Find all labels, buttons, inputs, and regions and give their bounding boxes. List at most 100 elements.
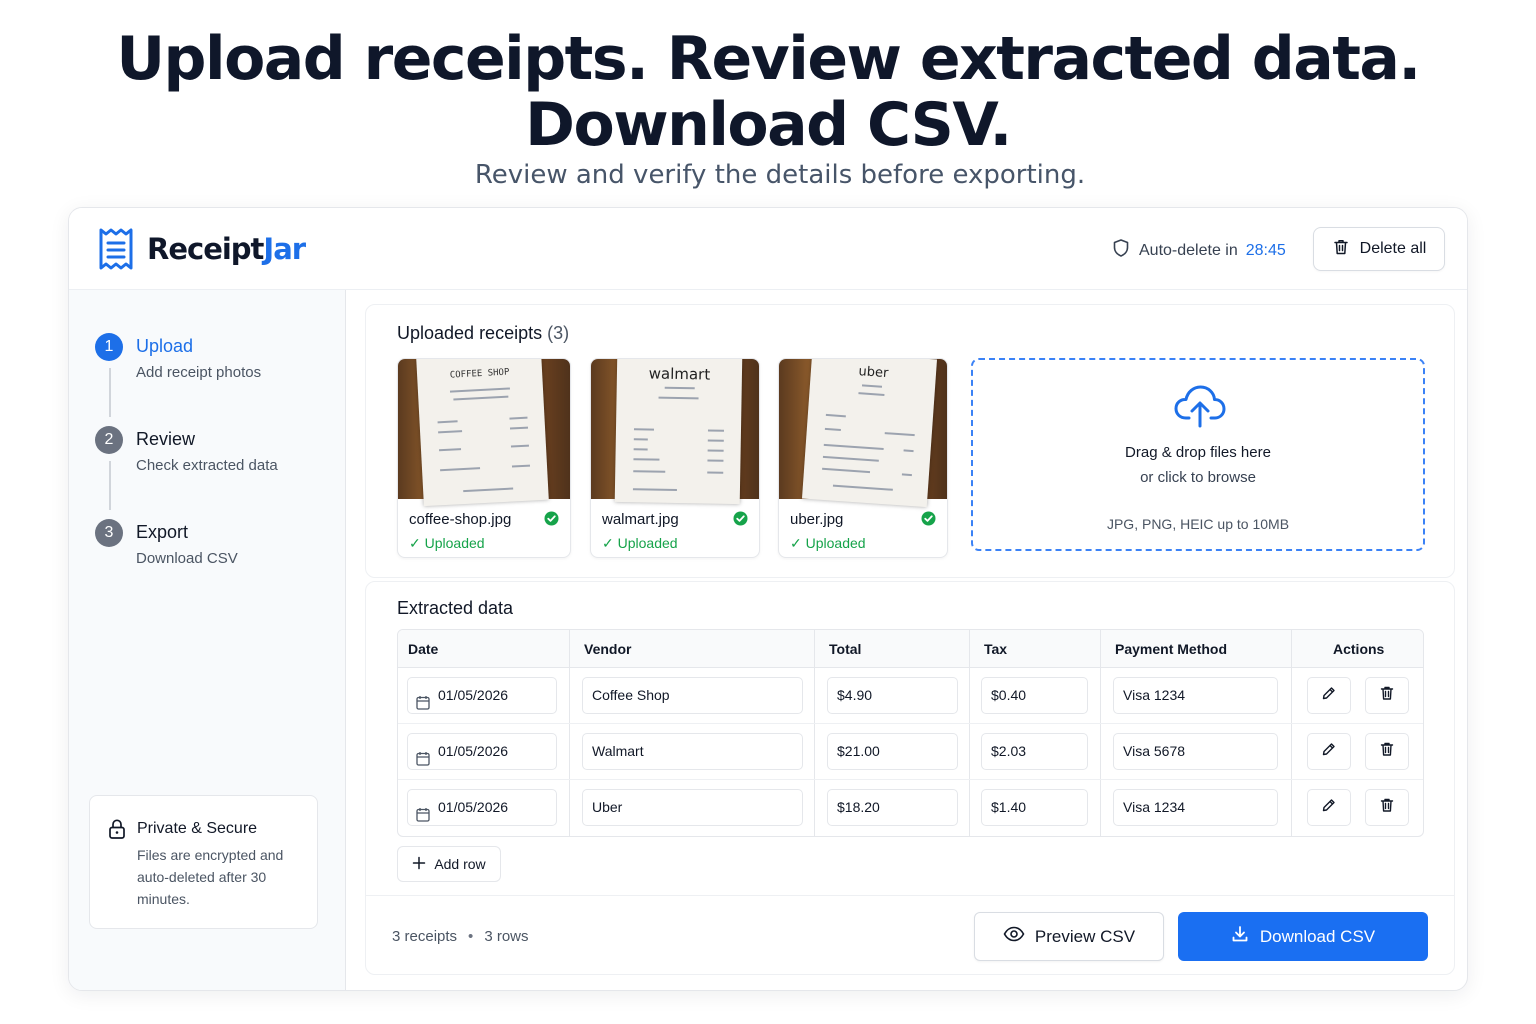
brand-name: ReceiptJar [147, 232, 306, 266]
tax-field[interactable]: $2.03 [981, 733, 1088, 770]
delete-all-label: Delete all [1359, 240, 1427, 257]
dropzone-title: Drag & drop files here [1125, 444, 1271, 461]
vendor-field[interactable]: Walmart [582, 733, 803, 770]
download-csv-button[interactable]: Download CSV [1178, 912, 1428, 961]
column-header-vendor: Vendor [584, 641, 632, 657]
step-description: Check extracted data [136, 457, 278, 474]
pencil-icon [1321, 741, 1337, 762]
payment-method-field[interactable]: Visa 1234 [1113, 789, 1278, 826]
top-bar: ReceiptJar Auto-delete in 28:45 Delete a… [69, 208, 1467, 290]
delete-row-button[interactable] [1365, 677, 1409, 714]
file-name: walmart.jpg [602, 511, 679, 528]
delete-all-button[interactable]: Delete all [1313, 227, 1445, 271]
delete-row-button[interactable] [1365, 733, 1409, 770]
hero-title-line1: Upload receipts. Review extracted data. [116, 24, 1421, 94]
check-circle-icon [921, 511, 936, 531]
edit-row-button[interactable] [1307, 733, 1351, 770]
brand-name-part2: Jar [263, 232, 306, 266]
step-title: Review [136, 429, 196, 449]
step-number: 2 [95, 426, 123, 454]
trash-icon [1379, 685, 1395, 706]
secure-title: Private & Secure [137, 820, 258, 837]
dropzone-browse: or click to browse [1140, 469, 1256, 486]
vendor-field[interactable]: Coffee Shop [582, 677, 803, 714]
preview-csv-button[interactable]: Preview CSV [974, 912, 1164, 961]
upload-status-label: Uploaded [424, 535, 485, 551]
payment-method-field[interactable]: Visa 5678 [1113, 733, 1278, 770]
add-row-button[interactable]: Add row [397, 846, 501, 882]
payment-method-field[interactable]: Visa 1234 [1113, 677, 1278, 714]
date-field[interactable]: 01/05/2026 [407, 789, 557, 826]
table-row: 01/05/2026 Walmart $21.00 $2.03 Visa 567… [398, 724, 1423, 780]
receipt-photo: uber [779, 359, 947, 508]
rows-count: 3 rows [484, 928, 529, 945]
vendor-field[interactable]: Uber [582, 789, 803, 826]
step-description: Download CSV [136, 550, 238, 567]
total-field[interactable]: $21.00 [827, 733, 958, 770]
file-name: coffee-shop.jpg [409, 511, 512, 528]
date-value: 01/05/2026 [438, 687, 509, 703]
extracted-data-section: Extracted data Date Vendor Total Tax Pay… [365, 581, 1455, 975]
auto-delete-timer: Auto-delete in 28:45 [1111, 238, 1286, 263]
uploaded-receipts-count: (3) [547, 323, 570, 343]
step-title: Export [136, 522, 189, 542]
sidebar: 1 Upload Add receipt photos 2 Review Che… [69, 290, 346, 990]
file-dropzone[interactable]: Drag & drop files here or click to brows… [971, 358, 1425, 551]
receipt-photo-header: uber [858, 364, 889, 382]
column-header-tax: Tax [984, 641, 1008, 657]
upload-status: ✓ Uploaded [409, 535, 485, 551]
pencil-icon [1321, 797, 1337, 818]
eye-icon [1003, 926, 1025, 947]
tax-field[interactable]: $0.40 [981, 677, 1088, 714]
date-value: 01/05/2026 [438, 743, 509, 759]
upload-status: ✓ Uploaded [790, 535, 866, 551]
edit-row-button[interactable] [1307, 677, 1351, 714]
summary-counts: 3 receipts • 3 rows [392, 928, 529, 945]
shield-icon [1111, 238, 1131, 263]
uploaded-receipts-section: Uploaded receipts (3) COFFEE SHOP coffee… [365, 304, 1455, 578]
uploaded-receipts-title-label: Uploaded receipts [397, 323, 543, 343]
date-field[interactable]: 01/05/2026 [407, 733, 557, 770]
hero-subtitle: Review and verify the details before exp… [474, 160, 1086, 190]
calendar-icon [416, 800, 430, 835]
date-value: 01/05/2026 [438, 799, 509, 815]
upload-status-label: Uploaded [617, 535, 678, 551]
tax-field[interactable]: $1.40 [981, 789, 1088, 826]
check-circle-icon [733, 511, 748, 531]
table-header: Date Vendor Total Tax Payment Method Act… [398, 630, 1423, 668]
trash-icon [1379, 797, 1395, 818]
delete-row-button[interactable] [1365, 789, 1409, 826]
receipt-photo: COFFEE SHOP [398, 359, 570, 507]
table-row: 01/05/2026 Uber $18.20 $1.40 Visa 1234 [398, 780, 1423, 836]
add-row-label: Add row [434, 856, 486, 872]
receipt-thumbnail[interactable]: walmart walmart.jpg ✓ Uploaded [590, 358, 760, 558]
hero-title-line2: Download CSV. [525, 90, 1012, 160]
upload-status: ✓ Uploaded [602, 535, 678, 551]
step-review[interactable]: 2 Review Check extracted data [95, 426, 325, 476]
extracted-data-title: Extracted data [397, 598, 514, 618]
dropzone-formats: JPG, PNG, HEIC up to 10MB [1106, 516, 1290, 532]
receipt-photo: walmart [591, 359, 759, 505]
plus-icon [412, 856, 426, 873]
receipts-count: 3 receipts [392, 928, 458, 945]
step-export[interactable]: 3 Export Download CSV [95, 519, 325, 569]
total-field[interactable]: $18.20 [827, 789, 958, 826]
date-field[interactable]: 01/05/2026 [407, 677, 557, 714]
extracted-data-table: Date Vendor Total Tax Payment Method Act… [397, 629, 1424, 837]
receipt-photo-header: walmart [648, 364, 711, 384]
preview-csv-label: Preview CSV [1034, 926, 1136, 946]
calendar-icon [416, 688, 430, 723]
check-circle-icon [544, 511, 559, 531]
app-window: ReceiptJar Auto-delete in 28:45 Delete a… [68, 207, 1468, 991]
step-number: 3 [95, 519, 123, 547]
download-csv-label: Download CSV [1259, 926, 1376, 946]
upload-status-label: Uploaded [805, 535, 866, 551]
brand-name-part1: Receipt [147, 232, 264, 266]
receipt-thumbnail[interactable]: COFFEE SHOP coffee-shop.jpg ✓ Uploaded [397, 358, 571, 558]
step-title: Upload [136, 336, 194, 356]
receipt-thumbnail[interactable]: uber uber.jpg ✓ Uploaded [778, 358, 948, 558]
step-upload[interactable]: 1 Upload Add receipt photos [95, 333, 325, 383]
total-field[interactable]: $4.90 [827, 677, 958, 714]
column-header-actions: Actions [1333, 641, 1385, 657]
edit-row-button[interactable] [1307, 789, 1351, 826]
